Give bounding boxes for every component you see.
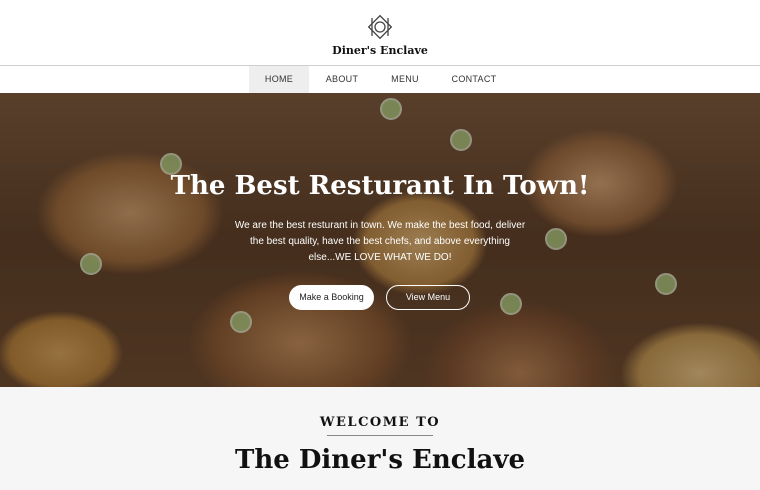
- view-menu-button[interactable]: View Menu: [386, 285, 470, 310]
- welcome-title: The Diner's Enclave: [235, 445, 525, 475]
- welcome-kicker: WELCOME TO: [319, 415, 441, 430]
- food-garnish: [655, 273, 677, 295]
- welcome-divider: [327, 435, 433, 436]
- hero-banner: The Best Resturant In Town! We are the b…: [0, 93, 760, 387]
- food-garnish: [545, 228, 567, 250]
- site-header: Diner's Enclave: [0, 0, 760, 66]
- food-garnish: [230, 311, 252, 333]
- welcome-section: WELCOME TO The Diner's Enclave: [0, 387, 760, 490]
- hero-copy: We are the best resturant in town. We ma…: [234, 220, 526, 263]
- main-nav: HOME ABOUT MENU CONTACT: [0, 66, 760, 93]
- make-booking-button[interactable]: Make a Booking: [289, 285, 374, 310]
- nav-home[interactable]: HOME: [249, 66, 309, 93]
- hero-title: The Best Resturant In Town!: [170, 171, 590, 201]
- brand-name[interactable]: Diner's Enclave: [0, 44, 760, 57]
- plate-fork-knife-icon[interactable]: [366, 13, 394, 41]
- food-garnish: [450, 129, 472, 151]
- nav-about[interactable]: ABOUT: [314, 66, 370, 93]
- food-garnish: [380, 98, 402, 120]
- nav-contact[interactable]: CONTACT: [448, 66, 500, 93]
- food-garnish: [80, 253, 102, 275]
- nav-menu[interactable]: MENU: [380, 66, 430, 93]
- food-garnish: [500, 293, 522, 315]
